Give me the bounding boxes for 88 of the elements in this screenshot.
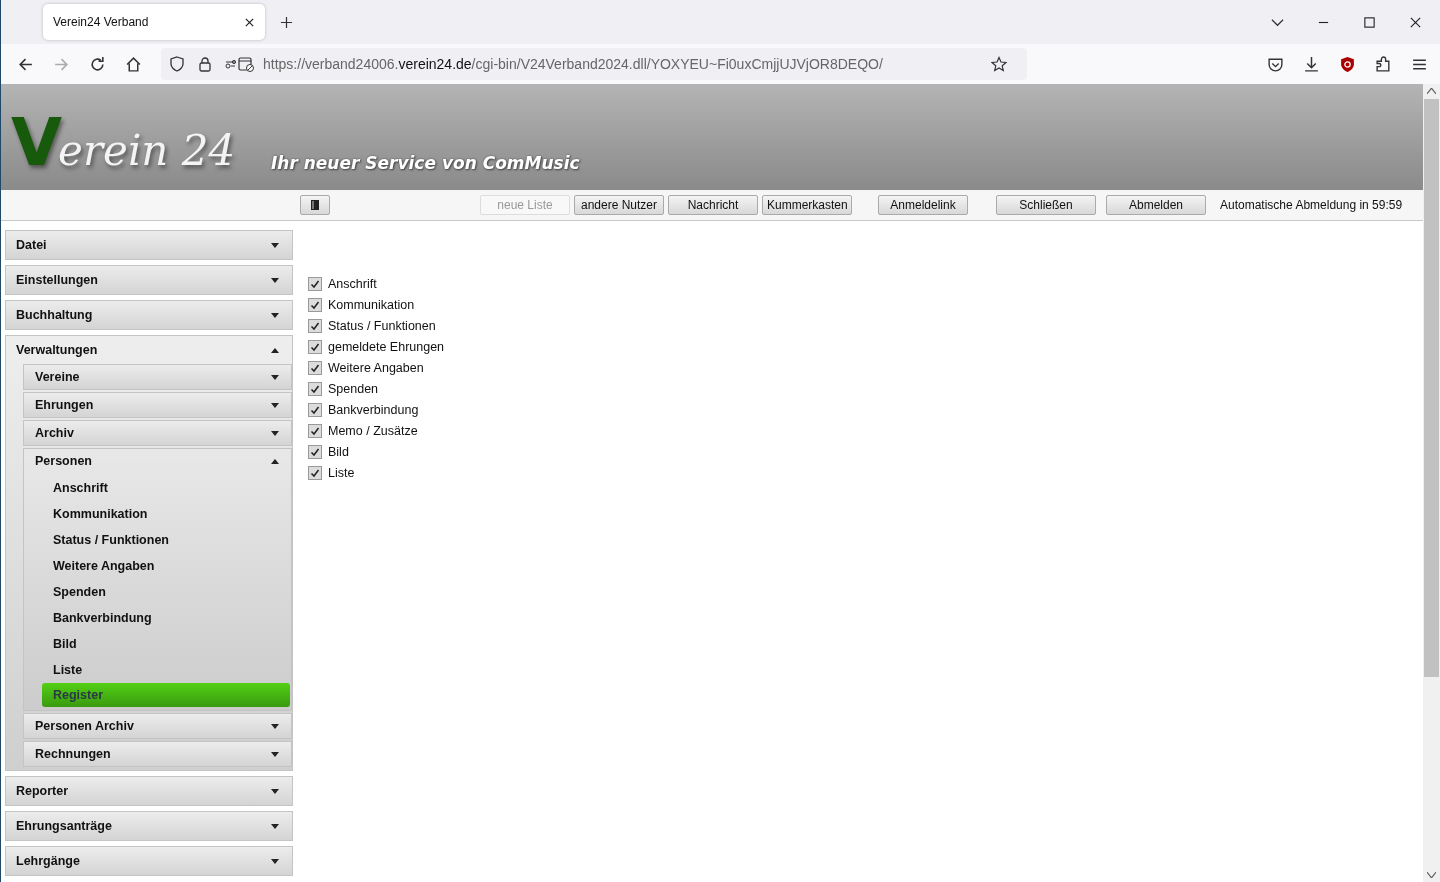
submenu-header[interactable]: Archiv	[24, 421, 291, 445]
checkbox-label: Anschrift	[328, 276, 377, 291]
submenu-header[interactable]: Vereine	[24, 365, 291, 389]
menu-header[interactable]: Reporter	[6, 777, 292, 805]
caret-up-icon	[271, 458, 279, 464]
reload-icon[interactable]	[89, 55, 106, 73]
checkbox-label: Bankverbindung	[328, 402, 419, 417]
url-text[interactable]: https://verband24006.verein24.de/cgi-bin/V24Verband2024.dll/YOXYEU~Fi0uxCmjjUJVjOR8DEQO/	[263, 56, 883, 72]
scrollbar-thumb[interactable]	[1424, 99, 1439, 677]
shield-icon[interactable]	[169, 56, 185, 72]
checkbox[interactable]	[308, 276, 322, 291]
checkbox-label: gemeldete Ehrungen	[328, 339, 445, 354]
checkbox-label: Kommunikation	[328, 297, 415, 312]
puzzle-icon[interactable]	[1375, 55, 1392, 73]
caret-down-icon	[271, 858, 279, 864]
menu-item[interactable]: Anschrift	[42, 475, 291, 501]
pocket-icon[interactable]	[1267, 55, 1284, 73]
checkbox[interactable]	[308, 423, 322, 438]
toolbar-button[interactable]: Nachricht	[668, 195, 758, 215]
checkbox[interactable]	[308, 381, 322, 396]
menu-item[interactable]: Register	[42, 683, 290, 707]
close-icon[interactable]	[244, 16, 255, 28]
checkbox[interactable]	[308, 297, 322, 312]
menu-header[interactable]: Verwaltungen	[6, 336, 292, 364]
caret-down-icon	[271, 723, 279, 729]
address-bar[interactable]: https://verband24006.verein24.de/cgi-bin/V24Verband2024.dll/YOXYEU~Fi0uxCmjjUJVjOR8DEQO/	[161, 48, 1027, 80]
checkbox[interactable]	[308, 444, 322, 459]
toolbar-button[interactable]: Kummerkasten	[762, 195, 852, 215]
download-icon[interactable]	[1303, 55, 1320, 73]
close-icon[interactable]	[1409, 15, 1422, 29]
list-icon-button[interactable]	[300, 195, 330, 215]
checkbox[interactable]	[308, 402, 322, 417]
caret-down-icon	[271, 242, 279, 248]
menu-header[interactable]: Einstellungen	[6, 266, 292, 294]
caret-down-icon	[271, 430, 279, 436]
checkbox-label: Spenden	[328, 381, 379, 396]
checkbox-label: Status / Funktionen	[328, 318, 436, 333]
checkbox-label: Weitere Angaben	[328, 360, 424, 375]
caret-down-icon	[271, 402, 279, 408]
caret-down-icon	[271, 312, 279, 318]
submenu-header[interactable]: Personen Archiv	[24, 714, 291, 738]
menu-header[interactable]: Datei	[6, 231, 292, 259]
submenu-header[interactable]: Personen	[24, 449, 291, 473]
scrollbar[interactable]	[1423, 84, 1440, 882]
scroll-up-icon[interactable]	[1427, 88, 1436, 94]
scroll-down-icon[interactable]	[1427, 872, 1436, 878]
checkbox-label: Memo / Zusätze	[328, 423, 418, 438]
toolbar-button[interactable]: Schließen	[996, 195, 1096, 215]
caret-down-icon	[271, 788, 279, 794]
menu-item[interactable]: Bankverbindung	[42, 605, 291, 631]
tagline: Ihr neuer Service von ComMusic	[271, 153, 580, 173]
menu-item[interactable]: Weitere Angaben	[42, 553, 291, 579]
auto-logout-text: Automatische Abmeldung in 59:59	[1220, 198, 1403, 212]
caret-up-icon	[271, 347, 279, 353]
menu-item[interactable]: Kommunikation	[42, 501, 291, 527]
list-icon	[311, 200, 319, 210]
permissions-icon[interactable]	[225, 56, 257, 72]
caret-down-icon	[271, 277, 279, 283]
toolbar-button[interactable]: Anmeldelink	[878, 195, 968, 215]
caret-down-icon	[271, 823, 279, 829]
toolbar-button[interactable]: andere Nutzer	[574, 195, 664, 215]
menu-item[interactable]: Bild	[42, 631, 291, 657]
menu-item[interactable]: Spenden	[42, 579, 291, 605]
shield-extension-icon[interactable]	[1339, 55, 1356, 73]
menu-item[interactable]: Status / Funktionen	[42, 527, 291, 553]
lock-icon[interactable]	[197, 56, 213, 72]
submenu-header[interactable]: Rechnungen	[24, 742, 291, 766]
logo: Verein 24	[11, 110, 237, 176]
checkbox[interactable]	[308, 465, 322, 480]
checkbox-label: Liste	[328, 465, 355, 480]
checkbox[interactable]	[308, 318, 322, 333]
checkbox-label: Bild	[328, 444, 349, 459]
checkbox[interactable]	[308, 360, 322, 375]
star-icon[interactable]	[991, 56, 1007, 72]
checkbox[interactable]	[308, 339, 322, 354]
toolbar-button[interactable]: Abmelden	[1106, 195, 1206, 215]
browser-tab[interactable]: Verein24 Verband	[43, 4, 265, 40]
menu-header[interactable]: Lehrgänge	[6, 847, 292, 875]
menu-item[interactable]: Liste	[42, 657, 291, 683]
submenu-header[interactable]: Ehrungen	[24, 393, 291, 417]
tab-title: Verein24 Verband	[53, 15, 149, 29]
menu-header[interactable]: Ehrungsanträge	[6, 812, 292, 840]
caret-down-icon	[271, 374, 279, 380]
home-icon[interactable]	[125, 55, 142, 73]
maximize-icon[interactable]	[1363, 15, 1376, 29]
menu-header[interactable]: Buchhaltung	[6, 301, 292, 329]
caret-down-icon	[271, 751, 279, 757]
plus-icon[interactable]	[280, 15, 293, 29]
